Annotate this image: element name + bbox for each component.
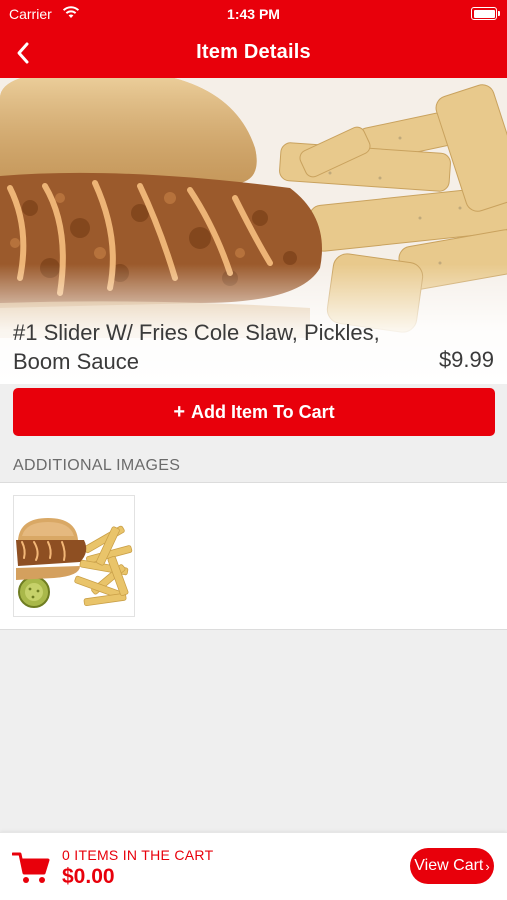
view-cart-button[interactable]: View Cart › — [410, 848, 494, 884]
additional-images-header: ADDITIONAL IMAGES — [13, 457, 181, 474]
battery-icon — [471, 7, 500, 20]
additional-image-thumbnail[interactable] — [13, 495, 135, 617]
clock: 1:43 PM — [227, 6, 280, 22]
status-bar: Carrier 1:43 PM — [0, 0, 507, 28]
page-title: Item Details — [196, 41, 311, 63]
cart-summary-bar: 0 ITEMS IN THE CART $0.00 View Cart › — [0, 832, 507, 900]
shopping-cart-icon[interactable] — [12, 851, 50, 885]
add-to-cart-label: Add Item To Cart — [191, 401, 335, 422]
plus-icon: + — [173, 400, 185, 423]
add-to-cart-button[interactable]: + Add Item To Cart — [13, 388, 495, 436]
view-cart-label: View Cart — [414, 857, 484, 874]
additional-images-row — [0, 482, 507, 630]
chevron-right-icon: › — [485, 858, 490, 874]
item-name: #1 Slider W/ Fries Cole Slaw, Pickles, B… — [13, 320, 380, 374]
item-price: $9.99 — [438, 347, 494, 372]
navigation-bar: Item Details — [0, 28, 507, 78]
cart-total: $0.00 — [62, 865, 115, 888]
cart-items-count: 0 ITEMS IN THE CART — [62, 847, 214, 863]
